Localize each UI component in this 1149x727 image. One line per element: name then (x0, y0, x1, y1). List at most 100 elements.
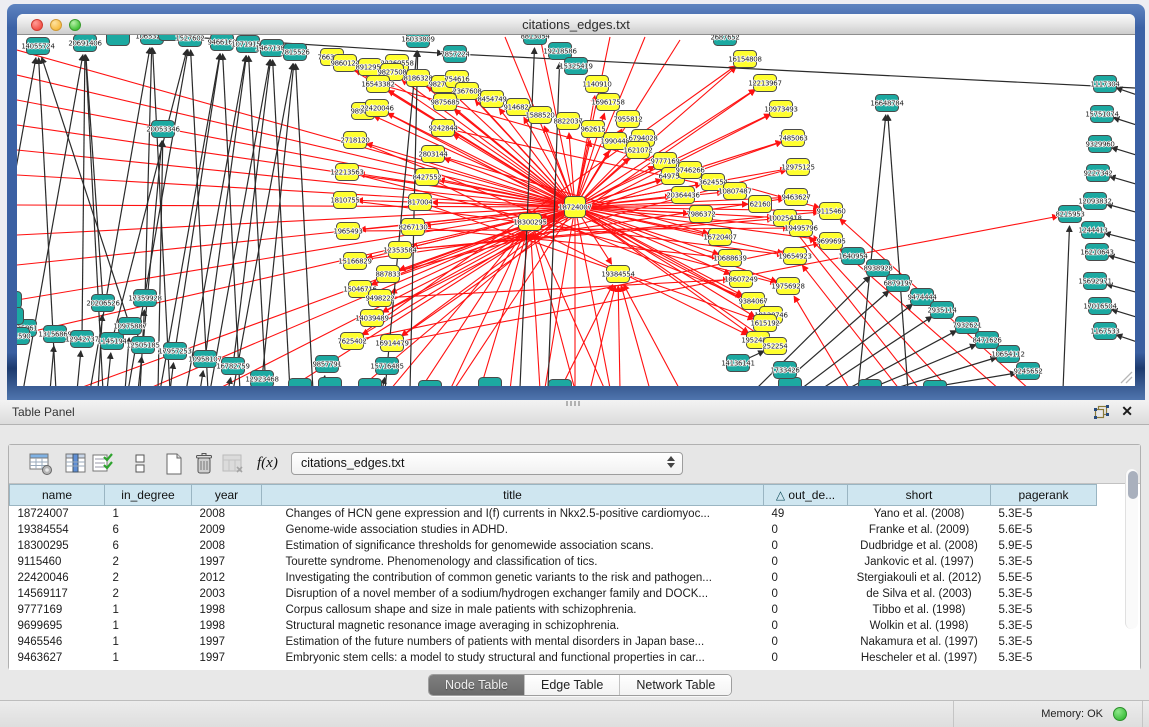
cell-name[interactable]: 9115460 (10, 554, 105, 570)
cell-short[interactable]: de Silva et al. (2003) (848, 586, 991, 602)
graph-node[interactable]: 9227342 (1083, 165, 1112, 182)
cell-name[interactable]: 9463627 (10, 650, 105, 666)
cell-pagerank[interactable]: 5.3E-5 (991, 634, 1097, 650)
cell-pagerank[interactable]: 5.3E-5 (991, 650, 1097, 666)
graph-node[interactable]: 16543382 (361, 76, 394, 93)
graph-node[interactable]: 9242844 (428, 120, 458, 137)
graph-node[interactable]: 12942737 (65, 331, 98, 348)
graph-node[interactable]: 14039489 (355, 310, 388, 327)
graph-node[interactable]: 16648784 (870, 95, 904, 112)
cell-title[interactable]: Genome-wide association studies in ADHD. (262, 522, 764, 538)
graph-node[interactable]: 9115460 (816, 203, 845, 220)
cell-name[interactable]: 14569117 (10, 586, 105, 602)
cell-out_degree[interactable]: 0 (764, 650, 848, 666)
cell-title[interactable]: Embryonic stem cells: a model to study s… (262, 650, 764, 666)
graph-node[interactable]: 7485063 (778, 130, 807, 147)
graph-node[interactable]: 10975887 (113, 318, 146, 335)
graph-node[interactable]: 18607249 (724, 271, 757, 288)
cell-year[interactable]: 1997 (192, 650, 262, 666)
graph-edge[interactable] (1110, 176, 1135, 186)
tab-network-table[interactable]: Network Table (620, 675, 731, 695)
table-row[interactable]: 1456911722003Disruption of a novel membe… (10, 586, 1097, 602)
column-header-short[interactable]: short (848, 485, 991, 506)
graph-node[interactable]: 1965493 (333, 223, 362, 240)
graph-node[interactable] (549, 380, 572, 387)
graph-node[interactable]: 1640954 (838, 248, 868, 265)
graph-node[interactable]: 62160 (749, 196, 772, 213)
graph-node[interactable]: 2803144 (418, 146, 448, 163)
graph-node[interactable]: 19756928 (771, 278, 804, 295)
graph-node[interactable]: 1167533 (1090, 323, 1119, 340)
delete-column-button[interactable] (192, 452, 216, 476)
graph-edge[interactable] (191, 50, 208, 386)
graph-node[interactable]: 7986372 (686, 206, 715, 223)
graph-node[interactable]: 8813054 (520, 35, 550, 45)
graph-node[interactable]: 17016504 (1083, 298, 1117, 315)
cell-in_degree[interactable]: 1 (105, 602, 192, 618)
cell-short[interactable]: Franke et al. (2009) (848, 522, 991, 538)
cell-pagerank[interactable]: 5.6E-5 (991, 522, 1097, 538)
graph-node[interactable] (17, 292, 22, 309)
cell-year[interactable]: 1997 (192, 634, 262, 650)
graph-node[interactable]: 252254 (763, 338, 789, 355)
graph-node[interactable]: 9329960 (1085, 136, 1114, 153)
graph-node[interactable]: 10654112 (991, 346, 1024, 363)
table-row[interactable]: 969969511998Structural magnetic resonanc… (10, 618, 1097, 634)
graph-node[interactable]: 9463627 (781, 189, 810, 206)
cell-out_degree[interactable]: 0 (764, 634, 848, 650)
cell-pagerank[interactable]: 5.5E-5 (991, 570, 1097, 586)
graph-edge[interactable] (296, 64, 313, 386)
cell-out_degree[interactable]: 0 (764, 586, 848, 602)
cell-pagerank[interactable]: 5.3E-5 (991, 586, 1097, 602)
graph-node[interactable]: 1140910 (582, 76, 611, 93)
graph-node[interactable]: 2687652 (710, 35, 739, 46)
cell-name[interactable]: 22420046 (10, 570, 105, 586)
graph-edge[interactable] (1116, 88, 1135, 97)
graph-node[interactable]: 8427552 (412, 169, 441, 186)
row-selection-button[interactable] (91, 452, 115, 476)
graph-edge[interactable] (42, 57, 130, 326)
graph-node[interactable]: 9699695 (816, 233, 845, 250)
cell-in_degree[interactable]: 6 (105, 522, 192, 538)
graph-node[interactable]: 817004 (408, 194, 434, 211)
graph-node[interactable]: 8938928 (863, 260, 892, 277)
column-header-pagerank[interactable]: pagerank (991, 485, 1097, 506)
graph-node[interactable]: 1615192 (750, 315, 779, 332)
create-column-button[interactable] (162, 452, 186, 476)
graph-node[interactable]: 16914479 (375, 335, 408, 352)
float-panel-icon[interactable] (1094, 405, 1109, 419)
graph-edge[interactable] (413, 227, 718, 257)
cell-short[interactable]: Tibbo et al. (1998) (848, 602, 991, 618)
column-header-out_degree[interactable]: △ out_de... (764, 485, 848, 506)
graph-node[interactable]: 9746266 (675, 162, 705, 179)
graph-edge[interactable] (82, 55, 85, 339)
cell-out_degree[interactable]: 0 (764, 570, 848, 586)
graph-edge[interactable] (797, 304, 912, 386)
graph-node[interactable]: 9857791 (312, 356, 341, 373)
graph-node[interactable]: 1621072 (623, 142, 652, 159)
graph-node[interactable]: 17957253 (158, 343, 191, 360)
graph-edge[interactable] (382, 378, 385, 386)
window-titlebar[interactable]: citations_edges.txt (17, 14, 1135, 35)
close-panel-icon[interactable]: ✕ (1121, 403, 1133, 420)
graph-node[interactable]: 15166829 (338, 253, 371, 270)
graph-edge[interactable] (77, 351, 81, 386)
cell-in_degree[interactable]: 2 (105, 570, 192, 586)
cell-title[interactable]: Changes of HCN gene expression and I(f) … (262, 506, 764, 522)
graph-edge[interactable] (17, 205, 575, 207)
cell-in_degree[interactable]: 2 (105, 554, 192, 570)
graph-edge[interactable] (1107, 284, 1135, 294)
cell-short[interactable]: Wolkin et al. (1998) (848, 618, 991, 634)
graph-edge[interactable] (531, 234, 540, 386)
graph-node[interactable]: 1117304 (1090, 76, 1120, 93)
cell-short[interactable]: Nakamura et al. (1997) (848, 634, 991, 650)
cell-pagerank[interactable]: 5.3E-5 (991, 602, 1097, 618)
graph-node[interactable]: 12975125 (781, 159, 814, 176)
graph-edge[interactable] (1109, 255, 1135, 265)
graph-edge[interactable] (273, 60, 290, 386)
graph-node[interactable]: 16210643 (1080, 244, 1113, 261)
graph-node[interactable]: 19218586 (543, 43, 577, 60)
cell-out_degree[interactable]: 0 (764, 618, 848, 634)
cell-pagerank[interactable]: 5.9E-5 (991, 538, 1097, 554)
graph-node[interactable]: 1810755 (330, 192, 359, 209)
